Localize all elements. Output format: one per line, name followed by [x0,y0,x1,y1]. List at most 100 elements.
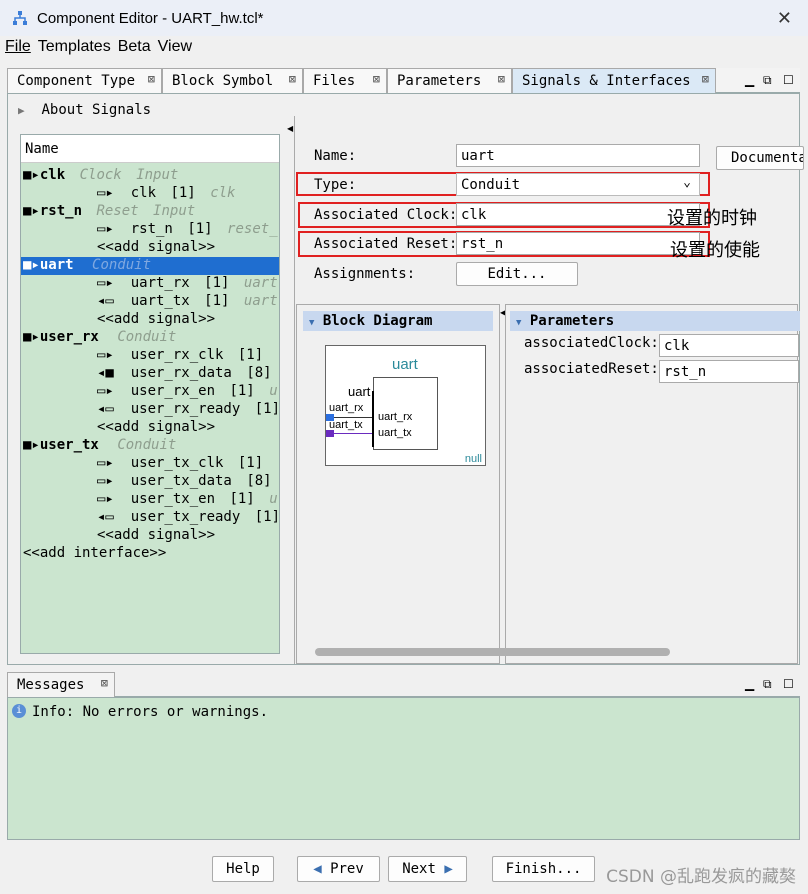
restore-icon[interactable]: ⧉ [763,73,772,88]
signal-tree[interactable]: Name ■▸clk Clock Input ▭▸ clk [1] clk ■▸… [20,134,280,654]
associated-reset-label: Associated Reset: [314,236,458,252]
signal-role: reset_ [227,221,278,237]
prev-button[interactable]: ◀ Prev [297,856,380,882]
associated-clock-input[interactable]: clk [456,203,700,226]
input-port-icon: ▭▸ [97,455,114,471]
add-interface-row[interactable]: <<add interface>> [23,545,166,563]
close-icon[interactable]: ⊠ [498,72,505,86]
menu-view[interactable]: View [158,38,192,62]
menu-bar: File Templates Beta View [0,38,194,62]
close-icon[interactable]: ⊠ [148,72,155,86]
interface-name: uart [39,257,74,273]
signal-role: u [269,491,278,507]
signal-row[interactable]: ▭▸ user_tx_data [8] [97,473,272,491]
add-signal-row[interactable]: <<add signal>> [97,419,215,437]
block-diagram-canvas: uart uart uart_rx uart_tx uart_rx uart_t… [325,345,486,466]
interface-row[interactable]: ■▸clk Clock Input [23,167,178,185]
output-port-icon: ◂▭ [97,509,114,525]
expand-icon[interactable]: ▼ [516,318,521,328]
block-diagram-title: Block Diagram [322,313,433,329]
signal-role: u [269,383,278,399]
signal-row[interactable]: ▭▸ uart_rx [1] uart [97,275,278,293]
tab-block-symbol[interactable]: Block Symbol ⊠ [162,68,303,93]
properties-pane: Name: uart Documenta Type: Conduit ⌄ Ass… [294,116,804,664]
title-bar: Component Editor - UART_hw.tcl* ✕ [0,0,808,36]
tab-component-type[interactable]: Component Type ⊠ [7,68,162,93]
maximize-icon[interactable]: ☐ [783,73,794,87]
interface-name: clk [39,167,66,183]
signal-role: uart [243,293,278,309]
menu-file[interactable]: File [5,38,31,62]
close-icon[interactable]: ⊠ [101,676,108,690]
signal-row[interactable]: ▭▸ clk [1] clk [97,185,235,203]
documentation-button[interactable]: Documenta [716,146,804,170]
signal-width: [1] [187,221,213,237]
close-icon[interactable]: ⊠ [373,72,380,86]
about-signals-toggle[interactable]: ▶ About Signals [18,102,151,118]
window-title: Component Editor - UART_hw.tcl* [37,9,264,27]
help-button[interactable]: Help [212,856,274,882]
signal-row[interactable]: ◂■ user_rx_data [8] [97,365,272,383]
signal-row[interactable]: ▭▸ user_rx_clk [1] [97,347,263,365]
name-label: Name: [314,148,357,164]
close-icon[interactable]: ⊠ [702,72,709,86]
signal-row[interactable]: ◂▭ user_rx_ready [1] [97,401,280,419]
conduit-port-icon: ■▸ [23,437,40,453]
signal-name: user_rx_en [130,383,216,399]
interface-row[interactable]: ■▸rst_n Reset Input [23,203,195,221]
associated-reset-param-label: associatedReset: [524,361,659,377]
minimize-icon[interactable]: ▁ [745,677,754,691]
signal-row[interactable]: ◂▭ uart_tx [1] uart [97,293,278,311]
tab-messages[interactable]: Messages ⊠ [7,672,115,697]
info-icon: i [12,704,26,718]
tab-parameters[interactable]: Parameters ⊠ [387,68,512,93]
messages-tab-bar: Messages ⊠ ▁ ⧉ ☐ [7,672,800,697]
add-signal-row[interactable]: <<add signal>> [97,239,215,257]
message-text: Info: No errors or warnings. [32,704,269,720]
associated-reset-input[interactable]: rst_n [456,232,700,255]
input-port-icon: ▭▸ [97,185,114,201]
signal-row[interactable]: ▭▸ user_rx_en [1] u [97,383,278,401]
block-diagram-header: ▼ Block Diagram [303,311,493,331]
tab-signals-interfaces[interactable]: Signals & Interfaces ⊠ [512,68,716,93]
signal-role: clk [210,185,236,201]
interface-row[interactable]: ■▸user_rx Conduit [23,329,176,347]
menu-beta[interactable]: Beta [118,38,151,62]
signal-row[interactable]: ▭▸ user_tx_en [1] u [97,491,278,509]
next-label: Next [402,861,436,877]
signal-width: [1] [254,401,280,417]
close-window-button[interactable]: ✕ [777,8,792,29]
messages-area: i Info: No errors or warnings. [7,697,800,840]
menu-templates[interactable]: Templates [38,38,111,62]
next-button[interactable]: Next ▶ [388,856,467,882]
port-label: uart_rx [378,411,413,423]
minimize-icon[interactable]: ▁ [745,73,754,87]
maximize-icon[interactable]: ☐ [783,677,794,691]
finish-button[interactable]: Finish... [492,856,595,882]
signal-name: user_tx_en [130,491,216,507]
edit-assignments-button[interactable]: Edit... [456,262,578,286]
associated-clock-param-input[interactable]: clk [659,334,799,357]
close-icon[interactable]: ⊠ [289,72,296,86]
interface-row-selected[interactable]: ■▸uart Conduit [21,257,279,275]
add-signal-row[interactable]: <<add signal>> [97,527,215,545]
horizontal-scrollbar[interactable] [315,648,670,656]
reset-port-icon: ■▸ [23,203,40,219]
add-signal-row[interactable]: <<add signal>> [97,311,215,329]
signal-name: rst_n [130,221,173,237]
signal-row[interactable]: ◂▭ user_tx_ready [1] [97,509,279,527]
name-input[interactable]: uart [456,144,700,167]
column-header-name: Name [21,135,279,163]
signal-row[interactable]: ▭▸ user_tx_clk [1] [97,455,263,473]
assignments-label: Assignments: [314,266,416,282]
restore-icon[interactable]: ⧉ [763,677,772,692]
collapse-left-icon[interactable]: ◀ [287,124,293,133]
associated-reset-param-input[interactable]: rst_n [659,360,799,383]
tab-files[interactable]: Files ⊠ [303,68,387,93]
signal-row[interactable]: ▭▸ rst_n [1] reset_ [97,221,278,239]
parameters-title: Parameters [529,313,615,329]
type-select[interactable]: Conduit ⌄ [456,173,700,196]
expand-icon[interactable]: ▼ [309,318,314,328]
interface-row[interactable]: ■▸user_tx Conduit [23,437,176,455]
arrow-left-icon: ◀ [313,861,322,877]
